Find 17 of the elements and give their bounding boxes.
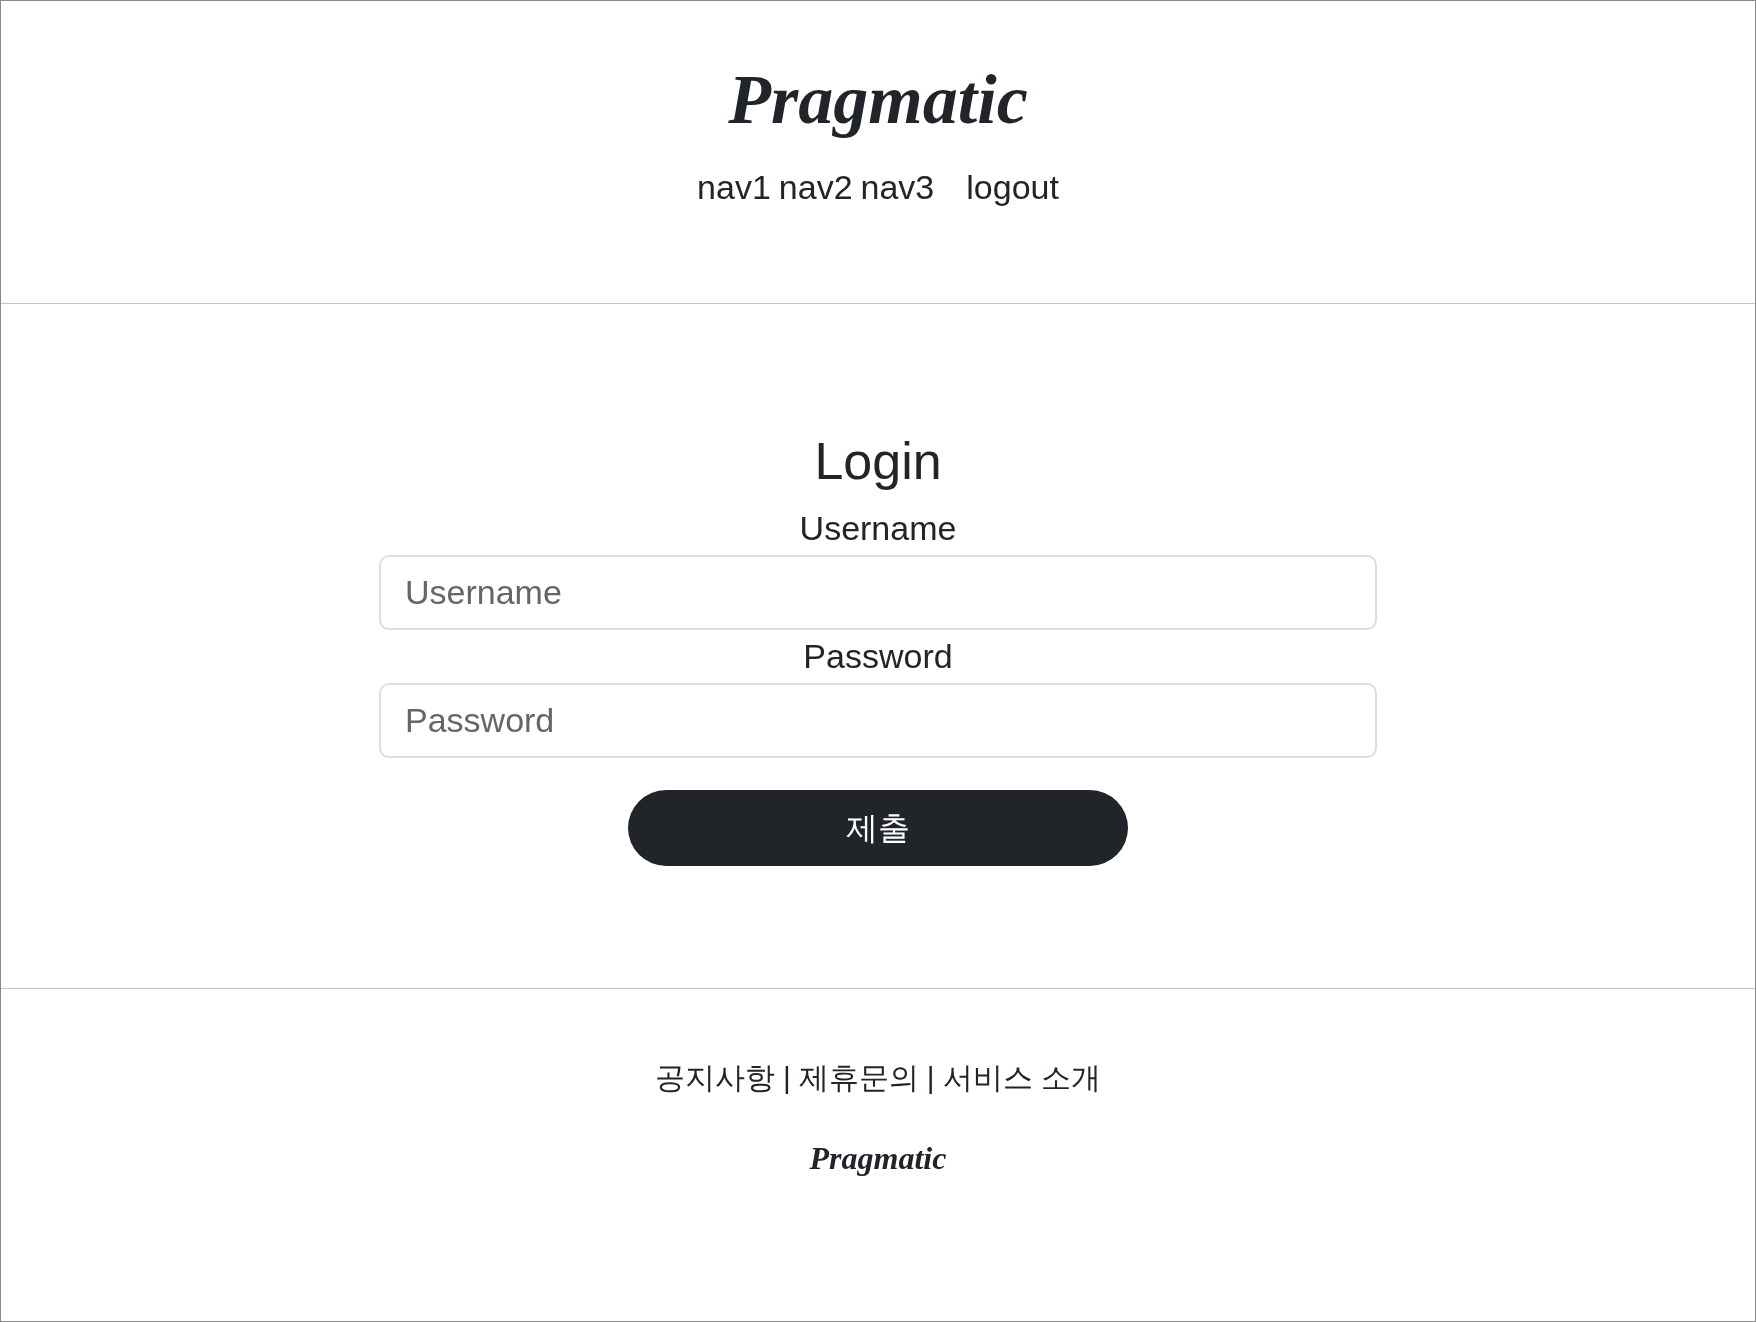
- footer-link[interactable]: 서비스 소개: [942, 1055, 1101, 1100]
- login-title: Login: [814, 431, 942, 492]
- separator: |: [926, 1060, 935, 1096]
- input-field[interactable]: Username: [379, 554, 1377, 630]
- logout-link[interactable]: logout: [966, 162, 1059, 213]
- logo: Pragmatic: [728, 61, 1028, 138]
- footer-link[interactable]: 공지사항: [655, 1055, 776, 1100]
- input-field[interactable]: Password: [379, 682, 1377, 758]
- nav-link-item[interactable]: nav1: [697, 162, 771, 213]
- nav-link-item[interactable]: nav3: [860, 162, 935, 213]
- submit-button[interactable]: 제출: [628, 789, 1128, 866]
- footer-link[interactable]: 제휴문의: [798, 1055, 919, 1100]
- separator: |: [783, 1060, 791, 1096]
- field-label: Username: [799, 508, 957, 549]
- footer-logo: Pragmatic: [809, 1139, 947, 1178]
- nav-link-item[interactable]: nav2: [778, 162, 853, 213]
- field-label: Password: [803, 635, 953, 677]
